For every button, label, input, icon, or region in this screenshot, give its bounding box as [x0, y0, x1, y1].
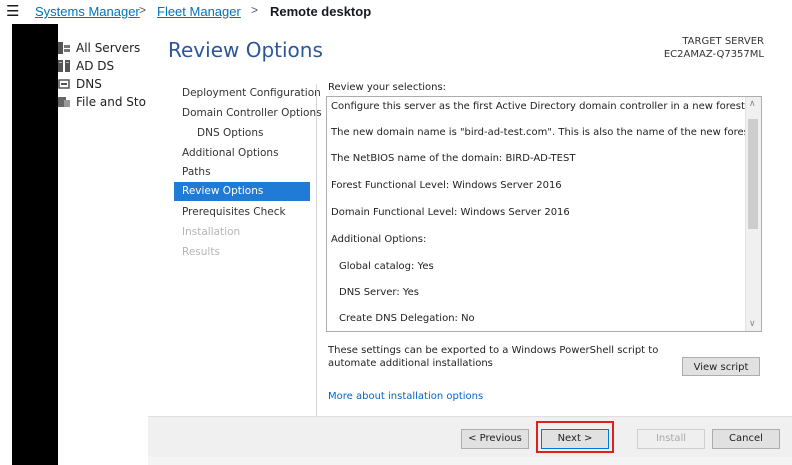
review-line: Additional Options: — [331, 234, 427, 245]
file-storage-icon — [58, 97, 70, 107]
step-paths[interactable]: Paths — [174, 163, 310, 182]
more-installation-options-link[interactable]: More about installation options — [328, 391, 483, 402]
export-settings-text: These settings can be exported to a Wind… — [328, 345, 659, 369]
target-server-label: TARGET SERVER — [682, 36, 764, 47]
review-line: Global catalog: Yes — [339, 261, 434, 272]
breadcrumb-bar: ☰ Systems Manager > Fleet Manager > Remo… — [0, 0, 792, 24]
step-prerequisites-check[interactable]: Prerequisites Check — [174, 203, 310, 222]
target-server-name: EC2AMAZ-Q7357ML — [663, 49, 764, 60]
chevron-right-icon: > — [139, 3, 147, 17]
step-dns-options[interactable]: DNS Options — [174, 124, 310, 143]
hamburger-menu-icon[interactable]: ☰ — [6, 2, 19, 20]
breadcrumb-systems-manager[interactable]: Systems Manager — [35, 4, 140, 19]
review-line: DNS Server: Yes — [339, 287, 420, 298]
review-line: Forest Functional Level: Windows Server … — [331, 180, 562, 191]
review-scrollbar[interactable]: ∧ ∨ — [745, 97, 761, 331]
review-line: Domain Functional Level: Windows Server … — [331, 207, 570, 218]
review-line: Create DNS Delegation: No — [339, 313, 475, 324]
review-line: Configure this server as the first Activ… — [331, 101, 749, 112]
next-button[interactable]: Next > — [541, 429, 609, 449]
cancel-button[interactable]: Cancel — [712, 429, 780, 449]
ad-ds-configuration-wizard: Review Options TARGET SERVER EC2AMAZ-Q73… — [148, 24, 792, 457]
install-button: Install — [637, 429, 705, 449]
review-selections-textbox[interactable]: Configure this server as the first Activ… — [326, 96, 762, 332]
nav-item-label: All Servers — [76, 41, 141, 55]
nav-item-label: AD DS — [76, 59, 115, 73]
step-deployment-configuration[interactable]: Deployment Configuration — [174, 84, 321, 103]
nav-item-label: DNS — [76, 77, 102, 91]
server-manager-black-edge — [12, 24, 58, 465]
step-additional-options[interactable]: Additional Options — [174, 144, 310, 163]
previous-button[interactable]: < Previous — [461, 429, 529, 449]
all-servers-icon — [58, 42, 70, 54]
breadcrumb-remote-desktop: Remote desktop — [270, 4, 372, 19]
dns-icon — [58, 79, 70, 89]
ad-ds-icon — [58, 60, 70, 72]
nav-item-label: File and Sto — [76, 95, 146, 109]
review-line: The new domain name is "bird-ad-test.com… — [331, 127, 756, 138]
scrollbar-thumb[interactable] — [748, 119, 758, 229]
scroll-down-icon[interactable]: ∨ — [749, 319, 756, 329]
divider — [316, 84, 317, 416]
breadcrumb-fleet-manager[interactable]: Fleet Manager — [157, 4, 241, 19]
step-installation: Installation — [182, 226, 241, 238]
view-script-button[interactable]: View script — [682, 357, 760, 376]
review-line: The NetBIOS name of the domain: BIRD-AD-… — [331, 153, 576, 164]
review-selections-label: Review your selections: — [328, 82, 447, 93]
step-domain-controller-options[interactable]: Domain Controller Options — [174, 104, 322, 123]
page-title: Review Options — [168, 38, 323, 62]
chevron-right-icon: > — [251, 3, 259, 17]
wizard-button-bar: < Previous Next > Install Cancel — [148, 416, 792, 457]
scroll-up-icon[interactable]: ∧ — [749, 99, 756, 109]
step-review-options[interactable]: Review Options — [174, 182, 310, 201]
step-results: Results — [182, 246, 220, 258]
